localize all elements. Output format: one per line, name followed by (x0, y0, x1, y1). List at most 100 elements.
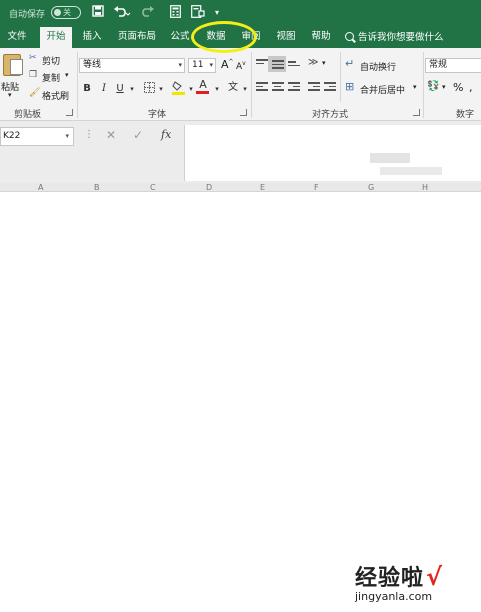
font-size-value: 11 (192, 60, 204, 70)
percent-button[interactable]: % (453, 81, 463, 94)
undo-icon[interactable] (112, 5, 132, 21)
tab-home[interactable]: 开始 (40, 27, 72, 48)
column-header-strip: A B C D E F G H (0, 183, 481, 192)
cut-button[interactable]: 剪切 (42, 54, 60, 67)
clipboard-launcher-icon[interactable] (66, 109, 73, 116)
ribbon-home: 粘贴 ▾ ✂ 剪切 ❐ 复制 ▾ 🖌 格式刷 剪贴板 等线 ▾ 11 ▾ A^ Av… (0, 48, 481, 121)
column-header[interactable]: F (314, 184, 319, 192)
watermark-title: 经验啦 (355, 566, 425, 591)
alignment-launcher-icon[interactable] (413, 109, 420, 116)
resize-handle-icon[interactable]: ⋮ (84, 129, 94, 140)
chevron-down-icon: ▾ (65, 132, 69, 140)
alignment-group-label: 对齐方式 (312, 110, 349, 120)
align-bottom-icon[interactable] (288, 61, 300, 71)
column-header[interactable]: G (368, 184, 374, 192)
group-divider (251, 52, 252, 118)
comma-style-icon[interactable]: , (469, 81, 473, 94)
italic-button[interactable]: I (97, 82, 111, 96)
autosave-label: 自动保存 (9, 10, 46, 20)
tab-formulas[interactable]: 公式 (166, 27, 194, 48)
insert-function-icon[interactable]: fx (161, 128, 171, 141)
align-center-icon[interactable] (272, 82, 284, 92)
tab-insert[interactable]: 插入 (76, 27, 108, 48)
column-header[interactable]: C (150, 184, 156, 192)
merge-center-button[interactable]: 合并后居中 (360, 83, 405, 96)
currency-dropdown-icon[interactable]: ▾ (442, 83, 446, 91)
borders-dropdown-icon[interactable]: ▾ (154, 82, 168, 96)
merge-dropdown-icon[interactable]: ▾ (413, 83, 417, 91)
align-left-icon[interactable] (256, 82, 268, 92)
chevron-down-icon: ▾ (209, 61, 213, 69)
column-header[interactable]: B (94, 184, 100, 192)
calculator-icon[interactable] (168, 5, 182, 21)
copy-icon: ❐ (29, 70, 38, 80)
scissors-icon: ✂ (29, 53, 37, 63)
column-header[interactable]: H (422, 184, 428, 192)
column-header[interactable]: A (38, 184, 43, 192)
shrink-font-button[interactable]: Av (236, 60, 246, 72)
tell-me-text: 告诉我你想要做什么 (358, 32, 444, 43)
column-header[interactable]: D (206, 184, 212, 192)
group-divider (77, 52, 78, 118)
grow-font-letter: A (221, 58, 229, 71)
font-group-label: 字体 (148, 110, 167, 120)
font-color-swatch (196, 91, 209, 94)
name-box-value: K22 (3, 131, 21, 141)
clipboard-group-label: 剪贴板 (14, 110, 42, 120)
number-format-select[interactable]: 常规 (425, 58, 481, 73)
font-color-dropdown-icon[interactable]: ▾ (210, 82, 224, 96)
orientation-icon[interactable]: ≫ (308, 57, 318, 68)
paste-icon[interactable] (3, 54, 23, 76)
wrap-text-button[interactable]: 自动换行 (360, 60, 396, 73)
save-icon[interactable] (90, 5, 106, 21)
blurred-region (370, 153, 410, 163)
format-painter-button[interactable]: 格式刷 (42, 89, 69, 102)
group-divider (423, 52, 424, 118)
redo-icon[interactable] (140, 5, 160, 21)
font-color-letter: A (199, 78, 207, 91)
number-group-label: 数字 (456, 110, 475, 120)
tell-me-box[interactable]: 告诉我你想要做什么 (345, 30, 444, 45)
highlight-circle (191, 21, 257, 53)
wrap-text-icon: ↵ (345, 57, 355, 70)
format-painter-icon: 🖌 (29, 88, 41, 98)
font-size-select[interactable]: 11 ▾ (188, 58, 216, 73)
check-icon: √ (426, 563, 443, 591)
tab-view[interactable]: 视图 (270, 27, 302, 48)
confirm-entry-icon[interactable]: ✓ (133, 128, 143, 142)
inner-divider (340, 52, 341, 102)
align-right-icon[interactable] (288, 82, 300, 92)
fill-color-icon[interactable] (171, 80, 185, 95)
font-launcher-icon[interactable] (240, 109, 247, 116)
tab-help[interactable]: 帮助 (306, 27, 336, 48)
orientation-dropdown-icon[interactable]: ▾ (322, 59, 326, 67)
cancel-entry-icon[interactable]: ✕ (106, 128, 116, 142)
align-middle-icon[interactable] (272, 60, 284, 70)
copy-button[interactable]: 复制 (42, 71, 60, 84)
column-header[interactable]: E (260, 184, 265, 192)
bold-button[interactable]: B (80, 82, 94, 96)
tab-file[interactable]: 文件 (0, 27, 34, 48)
decrease-indent-icon[interactable] (308, 82, 320, 92)
font-color-button[interactable]: A (196, 78, 210, 94)
phonetic-dropdown-icon[interactable]: ▾ (238, 82, 252, 96)
autosave-toggle[interactable]: 关 (51, 6, 81, 19)
watermark: 经验啦√ jingyanla.com (355, 560, 442, 603)
chevron-down-icon: ▾ (178, 61, 182, 69)
currency-icon[interactable]: 💱 (427, 81, 439, 92)
search-icon (345, 32, 354, 41)
formula-bar: K22 ▾ ⋮ ✕ ✓ fx (0, 121, 481, 183)
align-top-icon[interactable] (256, 59, 268, 69)
watermark-url: jingyanla.com (355, 590, 433, 603)
tab-page-layout[interactable]: 页面布局 (112, 27, 162, 48)
font-name-select[interactable]: 等线 ▾ (79, 58, 185, 73)
copy-dropdown-icon[interactable]: ▾ (65, 71, 69, 79)
name-box[interactable]: K22 ▾ (0, 127, 74, 146)
blurred-region (380, 167, 442, 175)
chevron-down-icon[interactable]: ▾ (212, 5, 222, 21)
grow-font-button[interactable]: A^ (221, 58, 234, 71)
increase-indent-icon[interactable] (324, 82, 336, 92)
paste-dropdown-icon[interactable]: ▾ (8, 91, 12, 99)
form-icon[interactable] (190, 5, 206, 21)
underline-dropdown-icon[interactable]: ▾ (125, 82, 139, 96)
